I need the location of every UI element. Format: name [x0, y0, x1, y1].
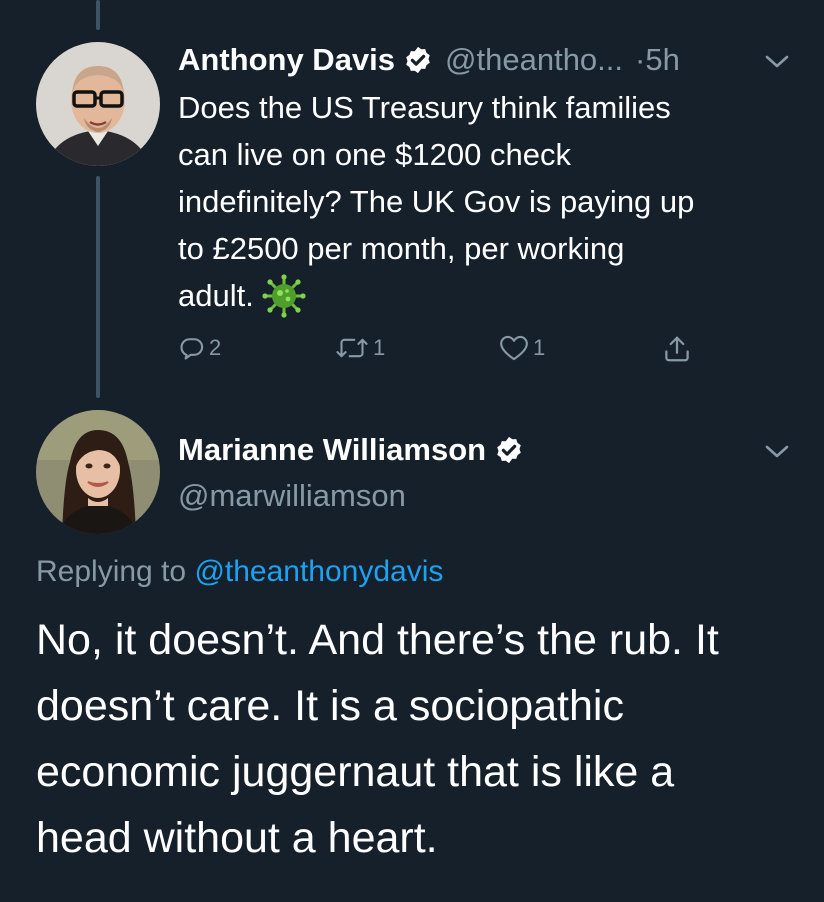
tweet2-author-handle[interactable]: @marwilliamson: [178, 478, 406, 514]
reply-icon: [180, 338, 204, 360]
tweet1-timestamp[interactable]: ·5h: [635, 42, 680, 78]
tweet1-body: Does the US Treasury think families can …: [178, 84, 798, 319]
retweet-button[interactable]: 1: [334, 334, 385, 362]
replying-to-line: Replying to @theanthonydavis: [36, 555, 443, 589]
tweet1-actions: 2 1 1: [178, 334, 708, 368]
thread-line-bottom: [96, 176, 100, 398]
verified-badge-icon: [406, 46, 430, 74]
tweet1-author-handle[interactable]: @theantho...: [445, 42, 623, 78]
tweet2-header: Marianne Williamson: [178, 432, 524, 468]
avatar-anthony-davis[interactable]: [36, 42, 160, 166]
tweet1-last-line: adult.: [178, 272, 798, 319]
tweet1-line: to £2500 per month, per working: [178, 231, 625, 266]
tweet1-line: Does the US Treasury think families: [178, 90, 671, 125]
tweet2-author-name[interactable]: Marianne Williamson: [178, 432, 486, 468]
retweet-icon: [336, 338, 368, 358]
tweet2-chevron-down-icon[interactable]: [764, 444, 790, 460]
share-icon: [665, 336, 689, 362]
retweet-count: 1: [373, 335, 386, 360]
thread-line-top: [96, 0, 100, 30]
tweet1-chevron-down-icon[interactable]: [764, 54, 790, 70]
verified-badge-icon: [497, 436, 521, 464]
like-count: 1: [533, 335, 546, 360]
reply-button[interactable]: 2: [178, 334, 221, 362]
tweet1-header: Anthony Davis @theantho... ·5h: [178, 42, 680, 78]
heart-icon: [500, 335, 528, 361]
replying-to-label: Replying to: [36, 555, 187, 588]
virus-emoji-icon: [262, 273, 306, 318]
tweet1-line: can live on one $1200 check: [178, 137, 571, 172]
tweet2-line: head without a heart.: [36, 814, 438, 862]
like-button[interactable]: 1: [498, 334, 545, 362]
tweet2-line: No, it doesn’t. And there’s the rub. It: [36, 616, 719, 664]
tweet1-line: indefinitely? The UK Gov is paying up: [178, 184, 695, 219]
avatar-marianne-williamson[interactable]: [36, 410, 160, 534]
share-button[interactable]: [662, 334, 692, 364]
tweet2-body: No, it doesn’t. And there’s the rub. It …: [36, 607, 806, 871]
tweet1-line: adult.: [178, 278, 254, 313]
tweet2-line: doesn’t care. It is a sociopathic: [36, 682, 624, 730]
replying-to-mention-link[interactable]: @theanthonydavis: [194, 555, 443, 588]
tweet2-line: economic juggernaut that is like a: [36, 748, 675, 796]
tweet1-author-name[interactable]: Anthony Davis: [178, 42, 395, 78]
reply-count: 2: [209, 335, 222, 360]
